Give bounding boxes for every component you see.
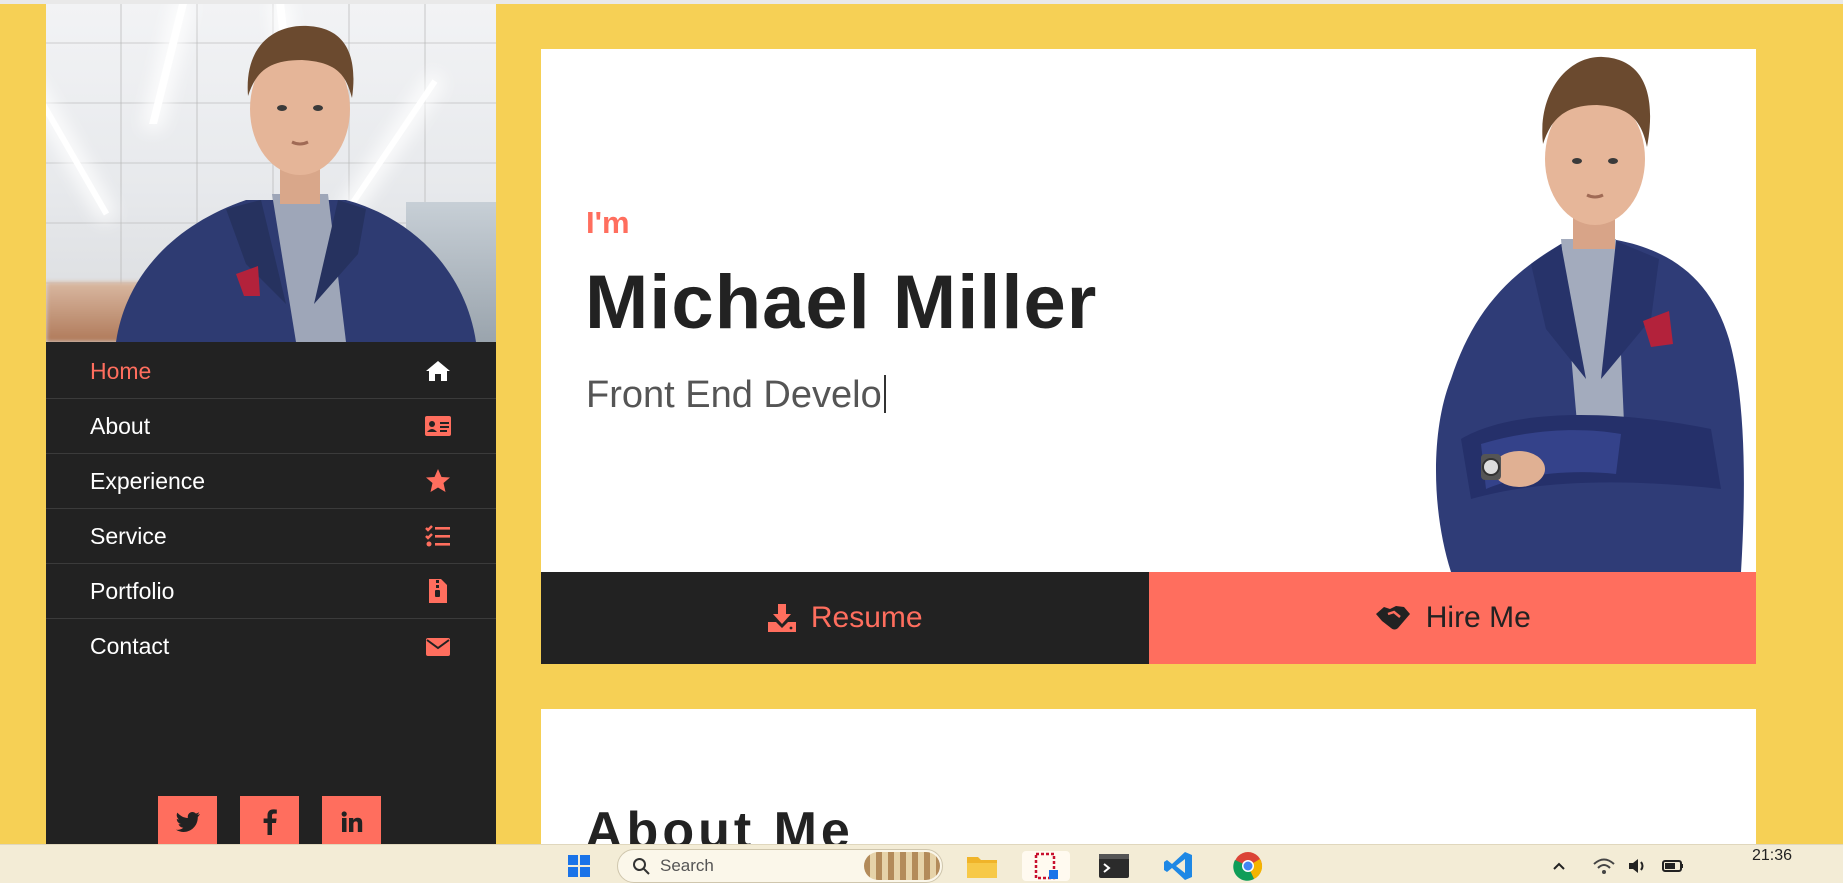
- sidebar-nav: Home About Experience Service Portfolio: [46, 342, 496, 674]
- sidebar-item-label: About: [90, 412, 151, 439]
- typed-role-text: Front End Develo: [586, 374, 882, 416]
- hire-me-label: Hire Me: [1425, 601, 1531, 634]
- sidebar-item-home[interactable]: Home: [46, 344, 496, 399]
- windows-start-button[interactable]: [562, 851, 596, 881]
- windows-taskbar: Search 21:36: [0, 844, 1843, 883]
- typing-caret: [883, 375, 886, 413]
- sidebar-item-experience[interactable]: Experience: [46, 454, 496, 509]
- resume-label: Resume: [810, 601, 923, 634]
- hero-actions: Resume Hire Me: [541, 572, 1756, 664]
- envelope-icon: [424, 634, 452, 660]
- sidebar-item-about[interactable]: About: [46, 399, 496, 454]
- acrobat-button[interactable]: [1022, 851, 1070, 881]
- windows-logo-icon: [568, 855, 590, 877]
- network-status[interactable]: [1592, 851, 1616, 881]
- terminal-button[interactable]: [1094, 851, 1134, 881]
- handshake-icon: [1375, 606, 1410, 630]
- sidebar-item-label: Experience: [90, 467, 206, 494]
- battery-status[interactable]: [1660, 851, 1686, 881]
- chrome-button[interactable]: [1228, 851, 1268, 881]
- social-links: [158, 796, 381, 844]
- home-icon: [424, 358, 452, 384]
- wifi-icon: [1593, 858, 1615, 874]
- sidebar-item-label: Service: [90, 522, 167, 549]
- sidebar-item-label: Contact: [90, 633, 170, 659]
- volume-control[interactable]: [1626, 851, 1650, 881]
- about-section: About Me: [541, 709, 1756, 845]
- facebook-button[interactable]: [240, 796, 299, 844]
- id-card-icon: [424, 413, 452, 439]
- facebook-icon: [263, 809, 277, 835]
- taskbar-clock[interactable]: 21:36: [1752, 847, 1792, 865]
- about-heading: About Me: [585, 802, 854, 845]
- document-app-icon: [1034, 852, 1058, 880]
- sidebar-item-label: Portfolio: [90, 577, 175, 604]
- sidebar-item-label: Home: [90, 357, 152, 384]
- hero-role: Front End Develo: [586, 374, 886, 417]
- speaker-icon: [1629, 859, 1644, 873]
- linkedin-button[interactable]: [322, 796, 381, 844]
- chevron-up-icon: [1553, 862, 1565, 870]
- terminal-icon: [1099, 854, 1129, 878]
- hero-portrait: [1436, 56, 1744, 572]
- hero-name: Michael Miller: [585, 260, 1098, 345]
- search-highlight-image: [864, 852, 940, 880]
- search-placeholder: Search: [660, 856, 714, 875]
- battery-icon: [1662, 860, 1683, 872]
- folder-icon: [967, 857, 997, 878]
- file-explorer-button[interactable]: [962, 851, 1002, 881]
- hire-me-button[interactable]: Hire Me: [1148, 572, 1756, 664]
- sidebar-item-contact[interactable]: Contact: [46, 619, 496, 674]
- tray-overflow-button[interactable]: [1548, 851, 1570, 881]
- hero-card: I'm Michael Miller Front End Develo: [541, 49, 1756, 572]
- sidebar-item-service[interactable]: Service: [46, 509, 496, 564]
- twitter-icon: [175, 812, 200, 833]
- search-icon: [633, 858, 650, 875]
- twitter-button[interactable]: [158, 796, 217, 844]
- sidebar-profile-photo: [46, 4, 496, 342]
- sidebar: Home About Experience Service Portfolio: [46, 4, 496, 844]
- star-icon: [424, 468, 452, 494]
- hero-intro: I'm: [586, 205, 630, 240]
- vscode-icon: [1164, 852, 1192, 880]
- linkedin-icon: [341, 811, 362, 832]
- taskbar-search-input[interactable]: Search: [617, 849, 943, 883]
- download-icon: [767, 604, 796, 632]
- tasks-icon: [424, 523, 452, 549]
- vscode-button[interactable]: [1158, 851, 1198, 881]
- chrome-icon: [1233, 852, 1263, 881]
- sidebar-item-portfolio[interactable]: Portfolio: [46, 564, 496, 619]
- resume-button[interactable]: Resume: [541, 572, 1149, 664]
- file-zip-icon: [424, 578, 452, 604]
